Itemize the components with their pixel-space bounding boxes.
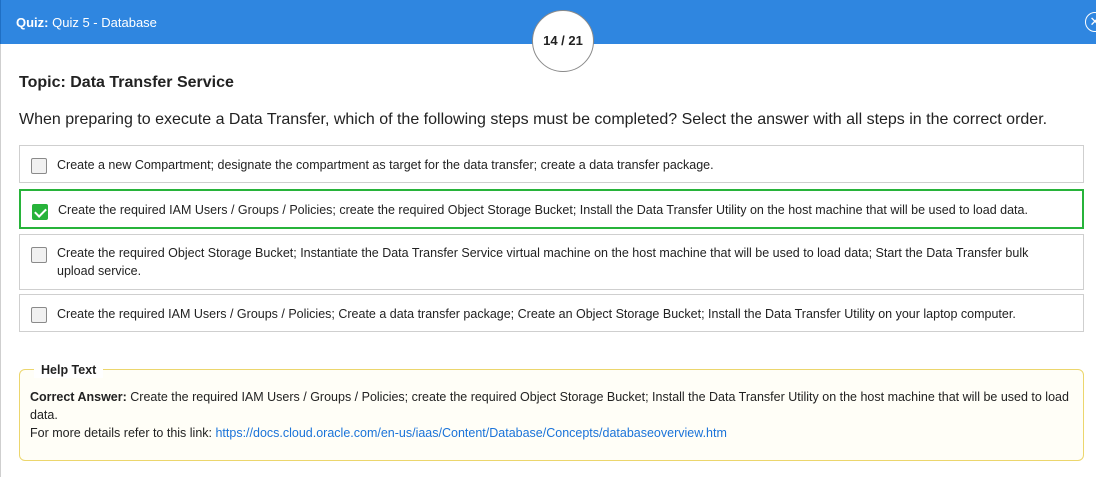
answer-option-text: Create the required IAM Users / Groups /…: [58, 203, 1028, 217]
answer-option-4[interactable]: Create the required IAM Users / Groups /…: [19, 294, 1084, 332]
checkbox[interactable]: [31, 158, 47, 174]
checkbox[interactable]: [31, 247, 47, 263]
quiz-name: Quiz 5 - Database: [52, 15, 157, 30]
correct-answer-text: Create the required IAM Users / Groups /…: [30, 390, 1069, 422]
correct-answer-label: Correct Answer:: [30, 390, 127, 404]
quiz-label: Quiz:: [16, 15, 49, 30]
answer-option-text: Create the required Object Storage Bucke…: [57, 246, 1029, 278]
question-counter: 14 / 21: [532, 10, 594, 72]
checkbox-checked[interactable]: [32, 204, 48, 220]
question-text: When preparing to execute a Data Transfe…: [19, 111, 1048, 128]
topic-title: Topic: Data Transfer Service: [19, 74, 234, 91]
close-icon[interactable]: ✕: [1085, 12, 1096, 32]
details-link[interactable]: https://docs.cloud.oracle.com/en-us/iaas…: [215, 426, 726, 440]
answer-option-1[interactable]: Create a new Compartment; designate the …: [19, 145, 1084, 183]
answer-option-3[interactable]: Create the required Object Storage Bucke…: [19, 234, 1084, 290]
help-text-legend: Help Text: [34, 362, 104, 378]
left-border: [0, 44, 1, 477]
help-text-body: Correct Answer: Create the required IAM …: [30, 388, 1069, 442]
quiz-title: Quiz: Quiz 5 - Database: [16, 15, 157, 31]
checkbox[interactable]: [31, 307, 47, 323]
details-prefix: For more details refer to this link:: [30, 426, 216, 440]
answer-option-text: Create a new Compartment; designate the …: [57, 158, 714, 172]
help-text-box: Help Text Correct Answer: Create the req…: [19, 362, 1084, 461]
answer-option-text: Create the required IAM Users / Groups /…: [57, 307, 1016, 321]
answer-option-2[interactable]: Create the required IAM Users / Groups /…: [19, 189, 1084, 229]
